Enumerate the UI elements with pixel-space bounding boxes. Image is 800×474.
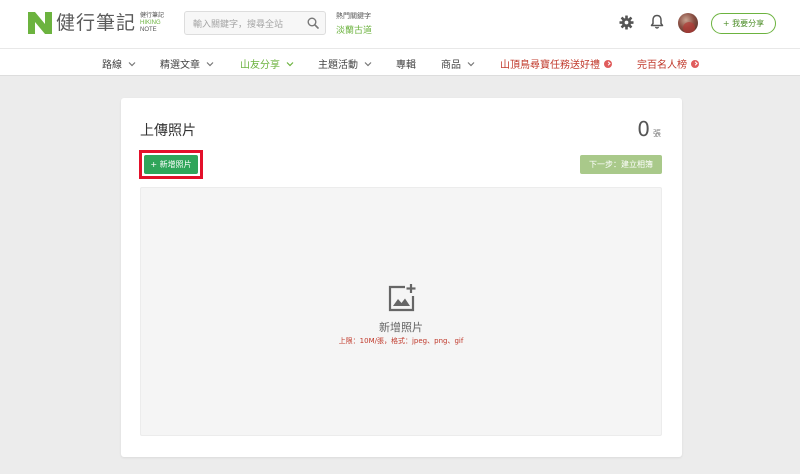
hot-keywords-label: 熱門關鍵字: [336, 12, 371, 20]
chevron-down-icon: [206, 61, 214, 66]
nav-item-label: 專輯: [396, 60, 416, 71]
nav-item-albums[interactable]: 專輯: [396, 56, 416, 71]
nav-item-products[interactable]: 商品: [441, 56, 475, 71]
dropzone-label: 新增照片: [379, 321, 423, 334]
nav-item-treasure-hunt[interactable]: 山頂鳥尋寶任務送好禮: [500, 56, 612, 71]
nav-item-label: 商品: [441, 60, 461, 71]
brand-sub-en1: HIKING: [140, 19, 161, 26]
main-nav: 路線 精選文章 山友分享 主題活動 專輯 商品 山頂鳥尋寶任務送好禮 完百名人榜: [0, 48, 800, 76]
nav-item-label: 山頂鳥尋寶任務送好禮: [500, 60, 600, 71]
search-input[interactable]: [185, 14, 303, 36]
search-box: [184, 11, 326, 36]
nav-item-label: 完百名人榜: [637, 60, 687, 71]
hot-keyword-link[interactable]: 淡蘭古道: [336, 25, 372, 38]
upload-card: 上傳照片 0 張 + 新增照片 下一步：建立相簿 新增照片 上限：10M/張，格…: [121, 98, 682, 457]
brand-sub-en2: NOTE: [140, 26, 157, 33]
nav-item-label: 主題活動: [318, 60, 358, 71]
search-icon[interactable]: [307, 17, 319, 29]
chevron-down-icon: [467, 61, 475, 66]
chevron-down-icon: [286, 61, 294, 66]
hot-keywords: 熱門關鍵字 淡蘭古道: [336, 10, 372, 38]
nav-item-events[interactable]: 主題活動: [318, 56, 372, 71]
nav-item-routes[interactable]: 路線: [102, 56, 136, 71]
nav-item-label: 路線: [102, 60, 122, 71]
page-title: 上傳照片: [140, 123, 196, 139]
share-button[interactable]: + 我要分享: [711, 13, 776, 34]
brand-name: 健行筆記: [56, 12, 137, 34]
brand-sub: 健行筆記 HIKING NOTE: [140, 13, 164, 34]
add-photo-button[interactable]: + 新增照片: [144, 155, 198, 174]
logo-mark-icon: [28, 12, 52, 34]
arrow-badge-icon: [604, 59, 612, 68]
add-photo-icon: [388, 284, 416, 312]
dropzone-limit: 上限：10M/張，格式：jpeg、png、gif: [338, 337, 464, 345]
nav-item-sharing[interactable]: 山友分享: [240, 56, 294, 71]
header: 健行筆記 健行筆記 HIKING NOTE 熱門關鍵字 淡蘭古道: [0, 0, 800, 48]
bell-icon[interactable]: [650, 14, 664, 30]
chevron-down-icon: [364, 61, 372, 66]
chevron-down-icon: [128, 61, 136, 66]
avatar[interactable]: [678, 13, 698, 33]
brand-sub-cn: 健行筆記: [140, 12, 165, 19]
logo[interactable]: 健行筆記 健行筆記 HIKING NOTE: [28, 12, 164, 34]
nav-item-label: 精選文章: [160, 60, 200, 71]
photo-count-unit: 張: [653, 129, 661, 138]
next-step-button[interactable]: 下一步：建立相簿: [580, 155, 662, 174]
photo-count: 0 張: [637, 117, 661, 141]
arrow-badge-icon: [691, 59, 699, 68]
nav-item-ranking[interactable]: 完百名人榜: [637, 56, 699, 71]
nav-item-articles[interactable]: 精選文章: [160, 56, 214, 71]
photo-dropzone[interactable]: 新增照片 上限：10M/張，格式：jpeg、png、gif: [140, 187, 662, 436]
photo-count-number: 0: [637, 117, 650, 141]
gear-icon[interactable]: [619, 15, 634, 30]
nav-item-label: 山友分享: [240, 60, 280, 71]
